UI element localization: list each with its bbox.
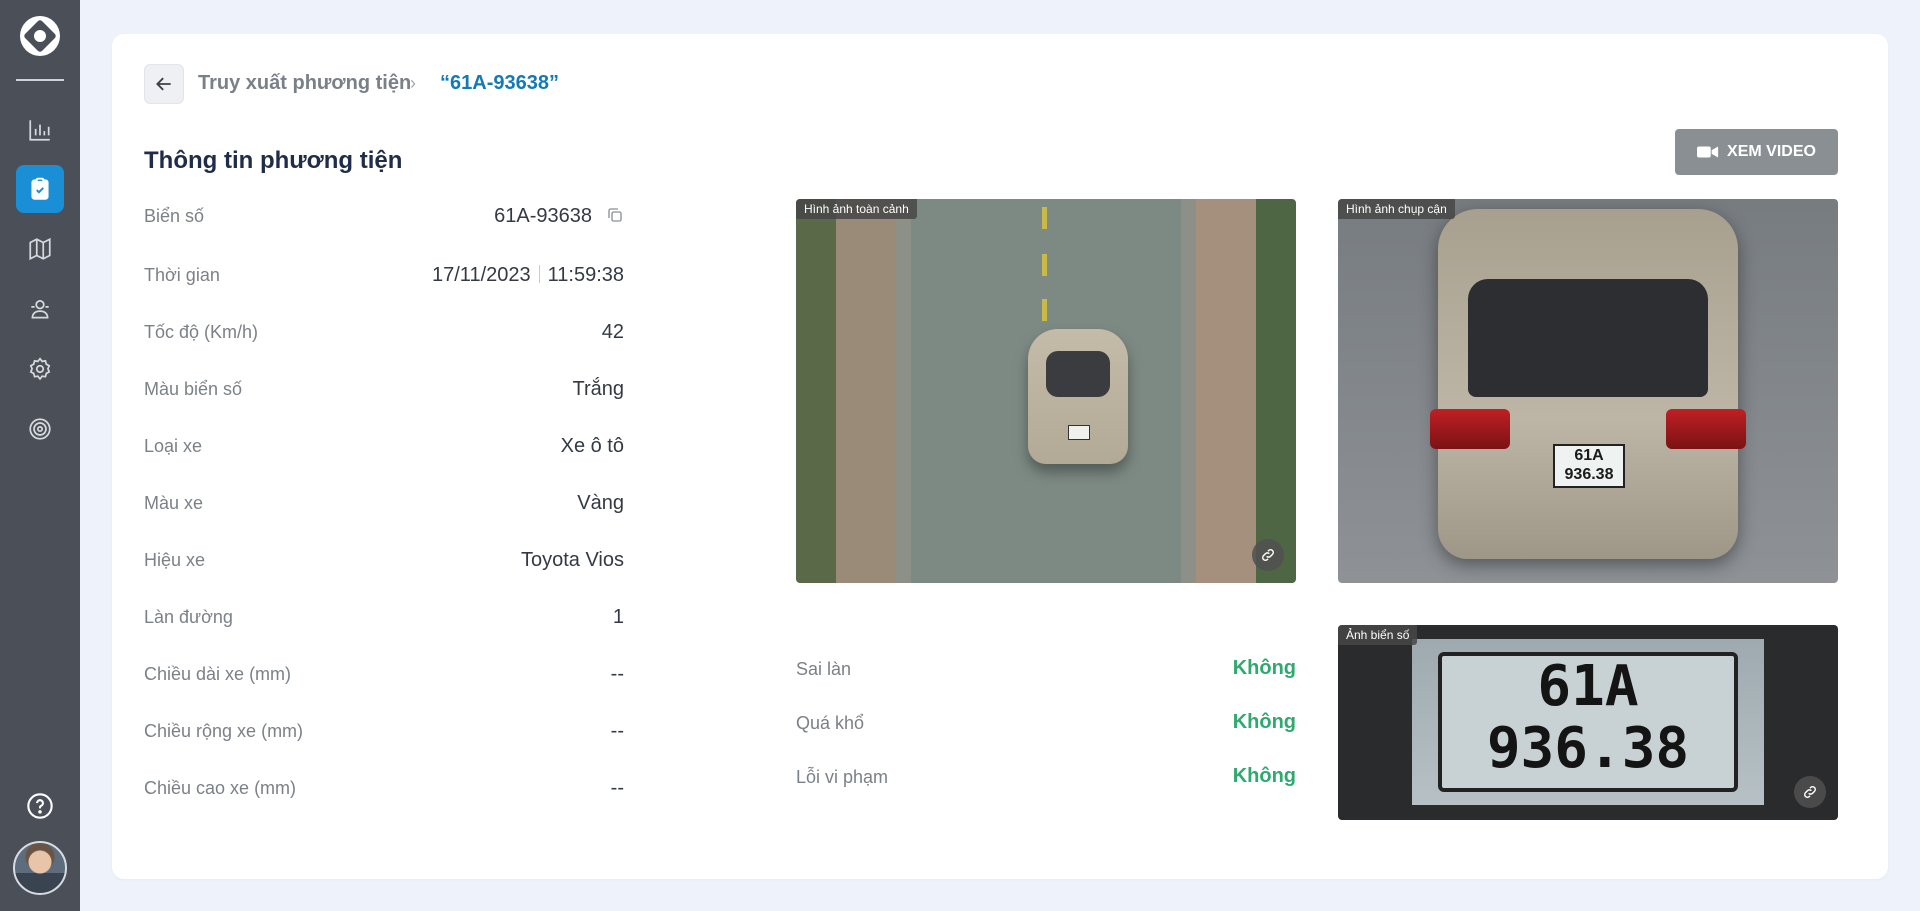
gear-icon bbox=[29, 357, 51, 381]
info-value: Vàng bbox=[577, 492, 624, 514]
back-button[interactable] bbox=[144, 64, 184, 104]
violation-label: Sai làn bbox=[796, 659, 852, 679]
info-row-time: Thời gian 17/11/2023 11:59:38 bbox=[144, 261, 624, 291]
logo-icon[interactable] bbox=[20, 16, 60, 56]
info-row-vehicle-type: Loại xe Xe ô tô bbox=[144, 432, 624, 462]
time-separator bbox=[538, 265, 540, 283]
info-label: Biển số bbox=[144, 206, 205, 226]
violation-value: Không bbox=[1232, 711, 1296, 733]
info-row-height: Chiều cao xe (mm) -- bbox=[144, 774, 624, 804]
info-value: 61A-93638 bbox=[494, 205, 624, 228]
violation-value: Không bbox=[1232, 657, 1296, 679]
view-video-button[interactable]: XEM VIDEO bbox=[1675, 129, 1838, 175]
info-label: Làn đường bbox=[144, 607, 233, 627]
info-label: Loại xe bbox=[144, 436, 203, 456]
video-camera-icon bbox=[1697, 146, 1719, 158]
info-label: Màu biển số bbox=[144, 379, 243, 399]
section-title: Thông tin phương tiện bbox=[144, 147, 403, 174]
breadcrumb-current: “61A-93638” bbox=[440, 72, 559, 94]
info-row-length: Chiều dài xe (mm) -- bbox=[144, 660, 624, 690]
info-label: Chiều dài xe (mm) bbox=[144, 664, 292, 684]
vehicle-detail-card: Truy xuất phương tiện › “61A-93638” Thôn… bbox=[112, 34, 1888, 879]
info-row-brand: Hiệu xe Toyota Vios bbox=[144, 546, 624, 576]
info-row-vehicle-color: Màu xe Vàng bbox=[144, 489, 624, 519]
closeup-photo[interactable]: 61A 936.38 Hình ảnh chụp cận bbox=[1338, 199, 1838, 583]
plate-crop-image: 61A 936.38 bbox=[1412, 639, 1764, 805]
overview-link-button[interactable] bbox=[1252, 539, 1284, 571]
nav-vehicle-lookup[interactable] bbox=[16, 165, 64, 213]
info-value: Xe ô tô bbox=[560, 435, 624, 457]
map-icon bbox=[29, 237, 51, 261]
plate-crop-line2: 936.38 bbox=[1486, 716, 1690, 781]
violation-value: Không bbox=[1232, 765, 1296, 787]
nav-map[interactable] bbox=[16, 225, 64, 273]
plate-crop-line1: 61A bbox=[1537, 654, 1639, 719]
car-closeup-image: 61A 936.38 bbox=[1430, 209, 1746, 559]
info-value: -- bbox=[610, 663, 624, 685]
car-image bbox=[1028, 329, 1128, 464]
tail-light bbox=[1666, 409, 1746, 449]
info-value: -- bbox=[610, 720, 624, 742]
tail-light bbox=[1430, 409, 1510, 449]
violation-row-oversize: Quá khổ Không bbox=[796, 709, 1296, 739]
time-value: 11:59:38 bbox=[547, 264, 624, 286]
violation-row-offense: Lỗi vi phạm Không bbox=[796, 763, 1296, 793]
violation-label: Lỗi vi phạm bbox=[796, 767, 889, 787]
road-marking bbox=[1042, 299, 1047, 321]
overview-photo[interactable]: Hình ảnh toàn cảnh bbox=[796, 199, 1296, 583]
road-marking bbox=[1042, 254, 1047, 276]
info-label: Hiệu xe bbox=[144, 550, 206, 570]
overview-photo-label: Hình ảnh toàn cảnh bbox=[796, 199, 917, 219]
info-row-width: Chiều rộng xe (mm) -- bbox=[144, 717, 624, 747]
violation-row-wrong-lane: Sai làn Không bbox=[796, 655, 1296, 685]
plate-link-button[interactable] bbox=[1794, 776, 1826, 808]
breadcrumb-parent[interactable]: Truy xuất phương tiện bbox=[198, 72, 411, 95]
plate-photo[interactable]: 61A 936.38 Ảnh biển số bbox=[1338, 625, 1838, 820]
view-video-label: XEM VIDEO bbox=[1727, 143, 1816, 160]
plate-photo-label: Ảnh biển số bbox=[1338, 625, 1418, 645]
nav-settings[interactable] bbox=[16, 345, 64, 393]
clipboard-check-icon bbox=[31, 177, 49, 200]
info-value: -- bbox=[610, 777, 624, 799]
info-row-plate-color: Màu biển số Trắng bbox=[144, 375, 624, 405]
target-icon bbox=[29, 418, 51, 440]
plate-crop: 61A 936.38 bbox=[1438, 652, 1738, 792]
arrow-left-icon bbox=[156, 77, 171, 91]
plate-value: 61A-93638 bbox=[494, 205, 592, 227]
info-label: Thời gian bbox=[144, 265, 220, 285]
info-row-lane: Làn đường 1 bbox=[144, 603, 624, 633]
nav-monitoring[interactable] bbox=[16, 405, 64, 453]
road-marking bbox=[1042, 207, 1047, 229]
closeup-plate-line2: 936.38 bbox=[1564, 466, 1614, 483]
link-icon bbox=[1262, 549, 1274, 561]
info-label: Tốc độ (Km/h) bbox=[144, 322, 259, 342]
link-icon bbox=[1804, 786, 1816, 798]
info-value: 42 bbox=[601, 321, 624, 343]
info-value: 17/11/2023 11:59:38 bbox=[432, 264, 624, 287]
users-icon bbox=[31, 300, 49, 319]
chart-icon bbox=[29, 120, 50, 141]
sidebar-divider bbox=[16, 79, 64, 81]
info-value: Toyota Vios bbox=[520, 549, 624, 571]
info-value: Trắng bbox=[572, 378, 624, 400]
copy-icon[interactable] bbox=[606, 206, 624, 224]
closeup-plate-line1: 61A bbox=[1574, 447, 1604, 464]
info-value: 1 bbox=[612, 606, 624, 628]
info-row-plate: Biển số 61A-93638 bbox=[144, 202, 624, 232]
sidebar bbox=[0, 0, 80, 911]
closeup-photo-label: Hình ảnh chụp cận bbox=[1338, 199, 1455, 219]
car-plate bbox=[1068, 425, 1090, 440]
date-value: 17/11/2023 bbox=[432, 264, 531, 286]
info-label: Màu xe bbox=[144, 493, 204, 513]
violation-label: Quá khổ bbox=[796, 713, 865, 733]
closeup-plate: 61A 936.38 bbox=[1553, 444, 1625, 488]
chevron-right-icon: › bbox=[410, 73, 416, 93]
nav-statistics[interactable] bbox=[16, 106, 64, 154]
avatar[interactable] bbox=[13, 841, 67, 895]
info-label: Chiều rộng xe (mm) bbox=[144, 721, 304, 741]
nav-users[interactable] bbox=[16, 285, 64, 333]
help-icon[interactable] bbox=[26, 792, 54, 820]
info-label: Chiều cao xe (mm) bbox=[144, 778, 297, 798]
info-row-speed: Tốc độ (Km/h) 42 bbox=[144, 318, 624, 348]
